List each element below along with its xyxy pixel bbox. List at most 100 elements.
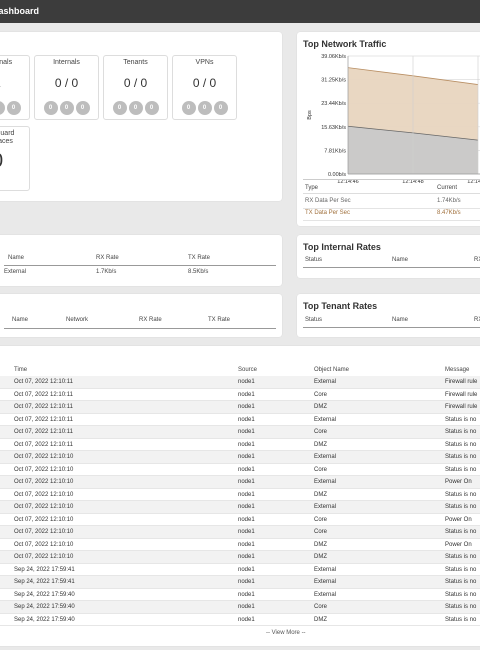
event-time: Oct 07, 2022 12:10:11 bbox=[14, 441, 73, 448]
event-object: DMZ bbox=[314, 404, 327, 410]
events-object-header[interactable]: Object Name bbox=[314, 367, 349, 373]
event-time: Oct 07, 2022 12:10:10 bbox=[14, 516, 74, 523]
events-source-header[interactable]: Source bbox=[238, 367, 257, 373]
event-source: node1 bbox=[238, 429, 255, 435]
event-message: Status is no bbox=[445, 616, 477, 623]
y-tick-label: 0.00b/s bbox=[328, 172, 346, 178]
table-row[interactable]: Oct 07, 2022 12:10:10 node1 Core Power On bbox=[0, 514, 480, 526]
event-time: Oct 07, 2022 12:10:11 bbox=[14, 379, 73, 385]
interface-tile[interactable]: Internals 0 / 0000 bbox=[34, 55, 99, 120]
table-row[interactable]: Oct 07, 2022 12:10:10 node1 DMZ Status is n… bbox=[0, 551, 480, 564]
event-source: node1 bbox=[238, 554, 255, 560]
interface-tile[interactable]: WireGuard Interfaces 0 bbox=[0, 126, 30, 191]
event-message: Power On bbox=[445, 516, 472, 523]
tile-value: 0 / 0 bbox=[123, 76, 148, 90]
table-row[interactable]: Oct 07, 2022 12:10:10 node1 DMZ Status is n… bbox=[0, 489, 480, 501]
event-message: Status is no bbox=[445, 416, 477, 423]
table-row[interactable]: Oct 07, 2022 12:10:11 node1 Core Firewall r… bbox=[0, 389, 480, 401]
table-row[interactable]: Oct 07, 2022 12:10:10 node1 External Power … bbox=[0, 476, 480, 489]
ext-rx-header: RX Rate bbox=[96, 255, 119, 261]
table-row[interactable]: Oct 07, 2022 12:10:11 node1 External Firewa… bbox=[0, 376, 480, 389]
status-count-badge: 0 bbox=[6, 101, 21, 115]
table-row[interactable]: Sep 24, 2022 17:59:40 node1 DMZ Status is n… bbox=[0, 614, 480, 626]
event-source: node1 bbox=[238, 516, 255, 523]
legend-type: RX Data Per Sec bbox=[305, 198, 351, 204]
event-object: Core bbox=[314, 516, 328, 523]
ext-name-header: Name bbox=[8, 255, 25, 261]
event-time: Sep 24, 2022 17:59:41 bbox=[14, 566, 75, 573]
status-count-badge: 0 bbox=[59, 101, 74, 115]
table-row[interactable]: Oct 07, 2022 12:10:10 node1 External Status… bbox=[0, 451, 480, 464]
event-time: Sep 24, 2022 17:59:40 bbox=[14, 591, 75, 598]
table-row[interactable]: Oct 07, 2022 12:10:10 node1 DMZ Power On bbox=[0, 539, 480, 551]
event-time: Oct 07, 2022 12:10:11 bbox=[14, 391, 73, 398]
event-source: node1 bbox=[238, 504, 255, 510]
tile-title: VPNs bbox=[195, 59, 214, 66]
top-bar: Dashboard bbox=[0, 0, 480, 23]
y-tick-label: 39.06Kb/s bbox=[321, 54, 346, 60]
tenant-rates-title: Top Tenant Rates bbox=[303, 301, 378, 311]
event-source: node1 bbox=[238, 579, 255, 585]
tile-title: WireGuard Interfaces bbox=[0, 130, 15, 145]
event-object: Core bbox=[314, 466, 328, 473]
tenant-name-header: Name bbox=[392, 317, 409, 323]
event-message: Firewall rule bbox=[445, 404, 478, 410]
status-count-badge: 0 bbox=[181, 101, 196, 115]
y-tick-label: 15.63Kb/s bbox=[321, 125, 346, 131]
events-message-header[interactable]: Message bbox=[445, 367, 469, 373]
table-row[interactable]: Sep 24, 2022 17:59:40 node1 Core Status is … bbox=[0, 601, 480, 614]
event-message: Status is no bbox=[445, 579, 477, 585]
table-row[interactable]: Oct 07, 2022 12:10:11 node1 External Status… bbox=[0, 414, 480, 426]
y-tick-label: 23.44Kb/s bbox=[321, 101, 346, 107]
event-object: Core bbox=[314, 529, 328, 535]
event-message: Status is no bbox=[445, 466, 477, 473]
interface-tile[interactable]: Tenants 0 / 0000 bbox=[103, 55, 168, 120]
event-message: Status is no bbox=[445, 554, 477, 560]
event-object: External bbox=[314, 566, 337, 573]
event-source: node1 bbox=[238, 591, 255, 598]
tile-title: Internals bbox=[53, 59, 80, 66]
y-axis-label: Bps bbox=[307, 110, 313, 120]
ext-row-tx: 8.5Kb/s bbox=[188, 269, 209, 275]
status-count-badge: 0 bbox=[43, 101, 58, 115]
tile-value: 0 / 0 bbox=[54, 76, 79, 90]
event-time: Oct 07, 2022 12:10:10 bbox=[14, 466, 74, 473]
ext-row-rx: 1.7Kb/s bbox=[96, 269, 117, 275]
event-object: DMZ bbox=[314, 616, 327, 623]
status-count-badge: 0 bbox=[144, 101, 159, 115]
view-more-link[interactable]: -- View More -- bbox=[266, 630, 306, 636]
table-row[interactable]: Oct 07, 2022 12:10:10 node1 Core Status is … bbox=[0, 526, 480, 539]
internal-name-header: Name bbox=[392, 257, 409, 263]
event-object: Core bbox=[314, 604, 328, 610]
event-object: External bbox=[314, 504, 337, 510]
vpn-network-header: Network bbox=[66, 317, 89, 323]
event-message: Status is no bbox=[445, 604, 477, 610]
table-row[interactable]: Oct 07, 2022 12:10:11 node1 DMZ Status is n… bbox=[0, 439, 480, 451]
event-object: Core bbox=[314, 391, 328, 398]
event-object: DMZ bbox=[314, 441, 327, 448]
event-source: node1 bbox=[238, 404, 255, 410]
interface-tile[interactable]: Externals1000 bbox=[0, 55, 30, 120]
event-message: Firewall rule bbox=[445, 391, 478, 398]
events-card: Time Source Object Name Message Oct 07, … bbox=[0, 346, 480, 646]
ext-tx-header: TX Rate bbox=[188, 255, 211, 261]
table-row[interactable]: Oct 07, 2022 12:10:10 node1 Core Status is … bbox=[0, 464, 480, 476]
interface-tile[interactable]: VPNs 0 / 0000 bbox=[172, 55, 237, 120]
event-source: node1 bbox=[238, 391, 255, 398]
event-object: External bbox=[314, 416, 337, 423]
internal-rx-header: RX bbox=[474, 257, 480, 263]
event-object: External bbox=[314, 379, 337, 385]
table-row[interactable]: Oct 07, 2022 12:10:11 node1 Core Status is … bbox=[0, 426, 480, 439]
table-row[interactable]: Sep 24, 2022 17:59:41 node1 External Status… bbox=[0, 564, 480, 576]
events-time-header[interactable]: Time bbox=[14, 367, 27, 373]
event-message: Firewall rule bbox=[445, 379, 478, 385]
table-row[interactable]: Sep 24, 2022 17:59:40 node1 External Status… bbox=[0, 589, 480, 601]
status-count-badge: 0 bbox=[213, 101, 228, 115]
table-row[interactable]: Oct 07, 2022 12:10:11 node1 DMZ Firewall ru… bbox=[0, 401, 480, 414]
event-source: node1 bbox=[238, 529, 255, 535]
table-row[interactable]: Oct 07, 2022 12:10:10 node1 External Status… bbox=[0, 501, 480, 514]
tenant-rates-card: Top Tenant Rates Status Name RX bbox=[297, 294, 480, 337]
event-message: Status is no bbox=[445, 491, 477, 498]
table-row[interactable]: Sep 24, 2022 17:59:41 node1 External Status… bbox=[0, 576, 480, 589]
vpn-rx-header: RX Rate bbox=[139, 317, 162, 323]
